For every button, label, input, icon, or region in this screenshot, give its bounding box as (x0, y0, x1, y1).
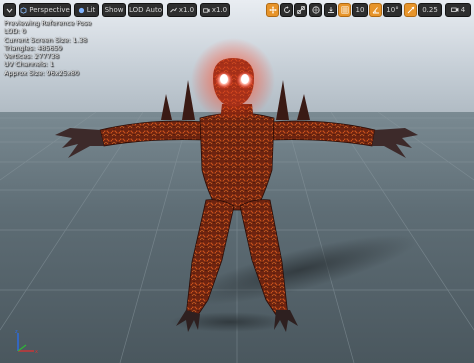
scale-icon (296, 6, 305, 14)
move-icon (268, 6, 277, 14)
viewport-info: Previewing Reference Pose LOD: 0 Current… (4, 19, 91, 77)
perspective-button[interactable]: Perspective (19, 3, 71, 17)
lit-label: Lit (86, 6, 96, 14)
scale-mode-button[interactable] (294, 3, 307, 17)
info-uv-channels: UV Channels: 1 (4, 60, 54, 69)
viewport-toolbar: Perspective Lit Show LOD Auto x1.0 x1.0 (0, 0, 474, 20)
info-approx-size: Approx Size: 96x25x80 (4, 68, 80, 77)
scale-snap-value[interactable]: 0.25 (418, 3, 442, 17)
grid-icon (341, 6, 348, 14)
globe-icon (311, 6, 320, 14)
grid-snap-value-label: 10 (355, 6, 365, 14)
lit-button[interactable]: Lit (74, 3, 99, 17)
rotate-icon (283, 6, 290, 13)
rotation-snap-value[interactable]: 10° (383, 3, 402, 17)
chevron-down-icon (6, 8, 13, 13)
play-speed-button[interactable]: x1.0 (167, 3, 197, 17)
perspective-label: Perspective (29, 6, 70, 14)
sphere-icon (78, 7, 84, 13)
coordinate-system-button[interactable] (309, 3, 322, 17)
camera-speed-button[interactable]: x1.0 (200, 3, 230, 17)
lod-button[interactable]: LOD Auto (128, 3, 163, 17)
scale-snap-icon (407, 6, 414, 14)
camera-speed-value: x1.0 (211, 6, 228, 14)
scale-snap-value-label: 0.25 (422, 6, 438, 14)
camera-icon (203, 7, 210, 13)
viewport[interactable]: Previewing Reference Pose LOD: 0 Current… (0, 0, 474, 363)
speed-icon (170, 7, 177, 12)
surface-snap-icon (327, 7, 334, 13)
perspective-cube-icon (20, 6, 27, 14)
camera-speed-icon (450, 7, 459, 12)
lod-label: LOD Auto (128, 6, 163, 14)
svg-text:z: z (15, 329, 18, 335)
show-button[interactable]: Show (102, 3, 126, 17)
show-label: Show (104, 6, 124, 14)
play-speed-value: x1.0 (178, 6, 195, 14)
svg-text:x: x (35, 349, 38, 355)
axis-gizmo: z x (15, 329, 38, 355)
surface-snap-button[interactable] (324, 3, 337, 17)
translate-mode-button[interactable] (266, 3, 279, 17)
camera-speed-setting-value: 4 (460, 6, 466, 14)
info-lod: LOD: 0 (4, 27, 26, 36)
viewport-options-button[interactable] (3, 3, 16, 17)
rotation-snap-value-label: 10° (386, 6, 399, 14)
rotate-mode-button[interactable] (280, 3, 293, 17)
grid-snap-toggle[interactable] (338, 3, 351, 17)
rotation-snap-toggle[interactable] (369, 3, 382, 17)
info-triangles: Triangles: 485659 (4, 43, 62, 52)
info-screen-size: Current Screen Size: 1.38 (4, 35, 87, 44)
camera-speed-setting-button[interactable]: 4 (445, 3, 471, 17)
scale-snap-toggle[interactable] (404, 3, 417, 17)
grid-snap-value[interactable]: 10 (352, 3, 368, 17)
angle-icon (372, 7, 379, 14)
